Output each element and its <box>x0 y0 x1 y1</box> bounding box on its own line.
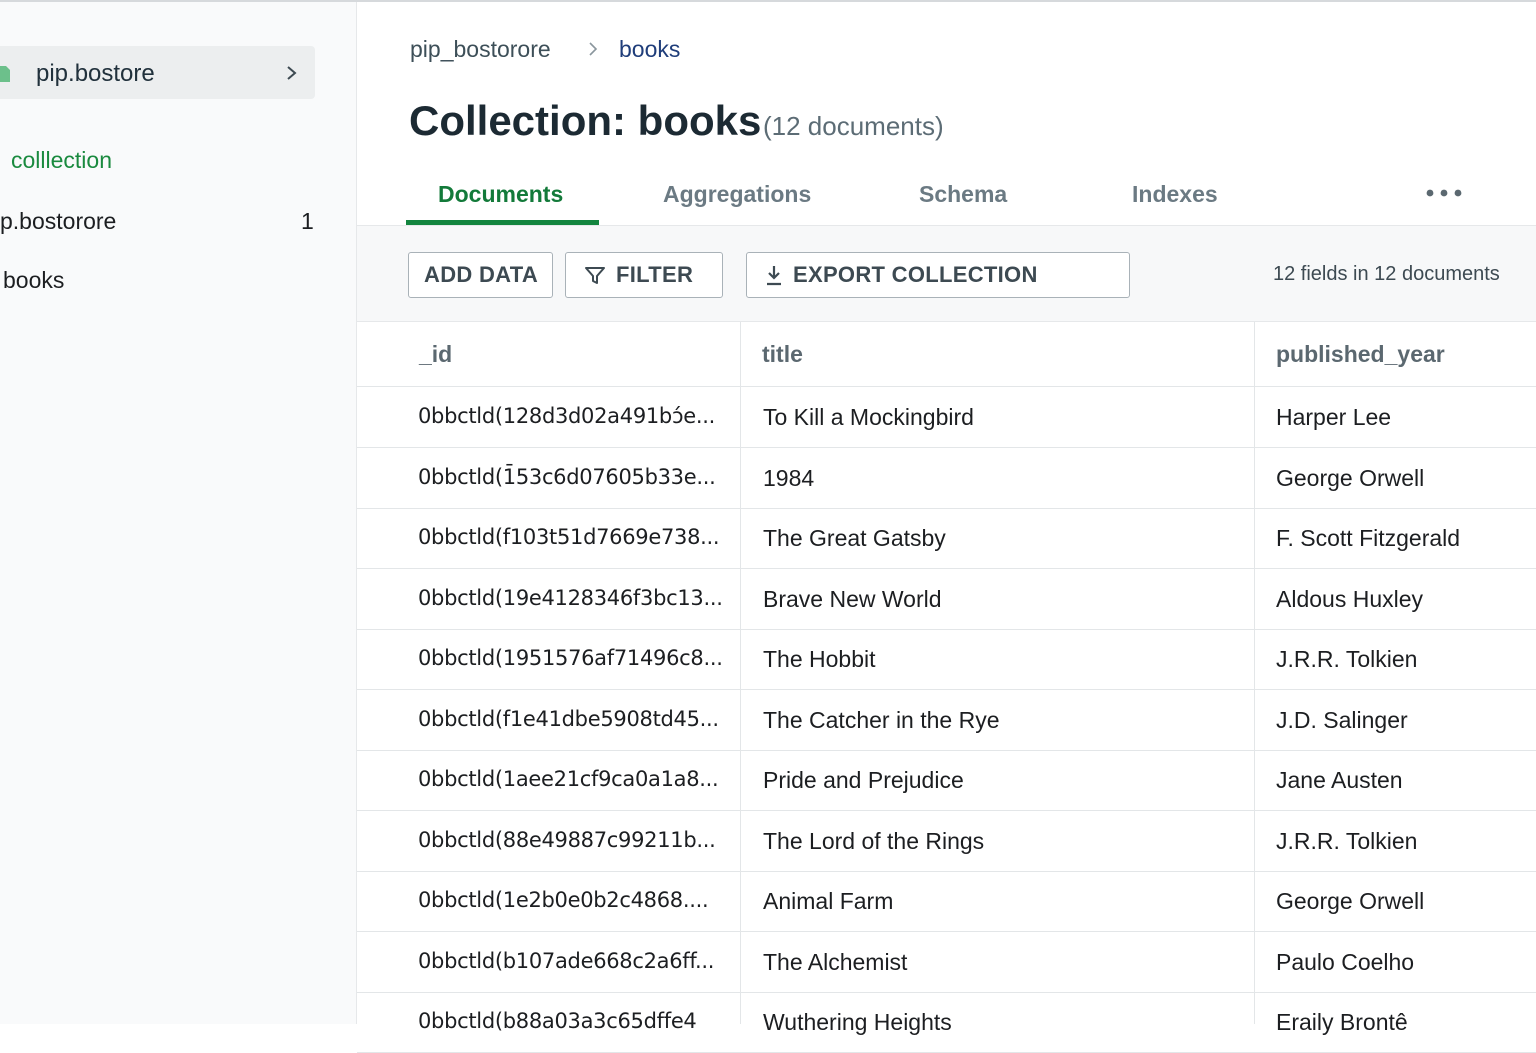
export-collection-label: EXPORT COLLECTION <box>793 262 1038 287</box>
filter-icon <box>585 267 605 284</box>
cell-title: Pride and Prejudice <box>763 767 964 793</box>
column-header-published-year[interactable]: published_year <box>1276 341 1445 368</box>
breadcrumb-collection[interactable]: books <box>619 36 680 63</box>
cell-id: 0bbctld(88e49887c99211b... <box>418 827 716 852</box>
cell-published-year: Paulo Coelho <box>1276 948 1415 975</box>
add-data-label: ADD DATA <box>424 262 539 287</box>
sidebar-database-count: 1 <box>301 208 314 234</box>
cell-id: 0bbctld(f103t51d7669e738... <box>418 525 720 549</box>
table-row[interactable]: 0bbctld(19e4128346f3bc13... Brave New Wor… <box>357 569 1536 630</box>
cell-published-year: J.D. Salinger <box>1276 706 1408 733</box>
column-divider <box>740 322 741 1024</box>
table-row[interactable]: 0bbctld(128d3d02a491bɔ́e... To Kill a Moc… <box>357 387 1536 448</box>
sidebar: pip.bostore colllection p.bostorore 1 bo… <box>0 2 357 1024</box>
cell-published-year: Eraily Brontê <box>1276 1009 1408 1035</box>
cell-title: The Alchemist <box>763 948 908 975</box>
cell-published-year: Jane Austen <box>1276 767 1403 793</box>
tab-indexes[interactable]: Indexes <box>1132 181 1218 208</box>
database-leaf-icon <box>0 66 10 82</box>
chevron-right-icon <box>589 42 598 56</box>
database-name: pip.bostore <box>36 60 155 87</box>
tab-schema[interactable]: Schema <box>919 181 1007 208</box>
more-options-icon[interactable] <box>1425 188 1463 198</box>
cell-title: Animal Farm <box>763 888 894 914</box>
filter-label: FILTER <box>616 262 694 287</box>
table-row[interactable]: 0bbctld(1aee21c⁠f9ca0a1a8... Pride and Pr… <box>357 750 1536 811</box>
cell-id: 0bbctld(1951576af71496c8... <box>418 646 723 670</box>
cell-title: The Lord of the Rings <box>763 827 985 854</box>
cell-published-year: George Orwell <box>1276 888 1425 914</box>
sidebar-item-books[interactable]: books <box>3 267 64 294</box>
active-tab-indicator <box>406 220 599 225</box>
add-data-button[interactable]: ADD DATA <box>408 252 553 298</box>
toolbar: ADD DATA FILTER EXPORT COLLECTION 12 fie… <box>357 226 1536 322</box>
table-row[interactable]: 0bbctld(b107ade668c2a6ff... The Alchemist… <box>357 932 1536 993</box>
tab-documents[interactable]: Documents <box>438 181 563 208</box>
sidebar-database-item[interactable]: pip.bostore <box>0 46 315 99</box>
cell-published-year: George Orwell <box>1276 464 1425 491</box>
cell-id: 0bbctld(b107ade668c2a6ff... <box>418 948 715 973</box>
table-row[interactable]: 0bbctld(1̄53c6d07605b33e... 1984 George Or… <box>357 448 1536 509</box>
column-header-id[interactable]: _id <box>419 341 452 368</box>
chevron-right-icon[interactable] <box>284 63 300 83</box>
cell-title: The Catcher in the Rye <box>763 706 1000 733</box>
column-divider <box>1254 322 1255 1024</box>
fields-info: 12 fields in 12 documents <box>1273 263 1500 285</box>
cell-id: 0bbctld(128d3d02a491bɔ́e... <box>418 404 715 428</box>
cell-id: 0bbctld(f1e41dbe5908td45... <box>418 706 719 731</box>
sidebar-section-label: colllection <box>11 147 112 173</box>
column-header-title[interactable]: title <box>762 341 803 368</box>
export-collection-button[interactable]: EXPORT COLLECTION <box>746 252 1130 298</box>
table-row[interactable]: 0bbctld(f1e41dbe5908td45... The Catcher i… <box>357 690 1536 751</box>
cell-title: The Hobbit <box>763 646 876 672</box>
cell-id: 0bbctld(b88a03a3c65dffe4 <box>418 1009 697 1033</box>
cell-title: The Great Gatsby <box>763 525 946 551</box>
filter-button[interactable]: FILTER <box>565 252 723 298</box>
cell-id: 0bbctld(1aee21c⁠f9ca0a1a8... <box>418 767 719 791</box>
cell-title: 1984 <box>763 464 815 491</box>
sidebar-item-database[interactable]: p.bostorore <box>0 208 116 235</box>
table-row[interactable]: 0bbctld(b88a03a3c65dffe4 Wuthering Height… <box>357 992 1536 1053</box>
cell-published-year: Aldous Huxley <box>1276 585 1424 612</box>
cell-published-year: Harper Lee <box>1276 404 1392 430</box>
breadcrumb-database[interactable]: pip_bostorore <box>410 36 551 62</box>
table-header: _id title published_year <box>357 322 1536 387</box>
cell-title: Brave New World <box>763 585 942 612</box>
download-icon <box>767 266 781 286</box>
cell-title: To Kill a Mockingbird <box>763 404 974 430</box>
cell-published-year: J.R.R. Tolkien <box>1276 646 1418 672</box>
table-row[interactable]: 0bbctld(1951576af71496c8... The Hobbit J.R… <box>357 629 1536 690</box>
page-title: Collection: books <box>409 97 762 144</box>
cell-id: 0bbctld(1e2b0e0b2c4868.... <box>418 888 709 912</box>
cell-published-year: J.R.R. Tolkien <box>1276 827 1418 854</box>
cell-id: 0bbctld(19e4128346f3bc13... <box>418 585 723 610</box>
cell-id: 0bbctld(1̄53c6d07605b33e... <box>418 464 716 489</box>
documents-table: _id title published_year 0bbctld(128d3d0… <box>357 322 1536 1053</box>
document-count: (12 documents) <box>763 111 944 141</box>
cell-published-year: F. Scott Fitzgerald <box>1276 525 1461 551</box>
table-row[interactable]: 0bbctld(f103t51d7669e738... The Great Gat… <box>357 508 1536 569</box>
breadcrumb: pip_bostorore books <box>410 36 680 63</box>
table-row[interactable]: 0bbctld(88e49887c99211b... The Lord of th… <box>357 811 1536 872</box>
tab-aggregations[interactable]: Aggregations <box>663 181 811 208</box>
table-row[interactable]: 0bbctld(1e2b0e0b2c4868.... Animal Farm Geo… <box>357 871 1536 932</box>
cell-title: Wuthering Heights <box>763 1009 952 1035</box>
tab-bar: Documents Aggregations Schema Indexes <box>357 170 1536 226</box>
